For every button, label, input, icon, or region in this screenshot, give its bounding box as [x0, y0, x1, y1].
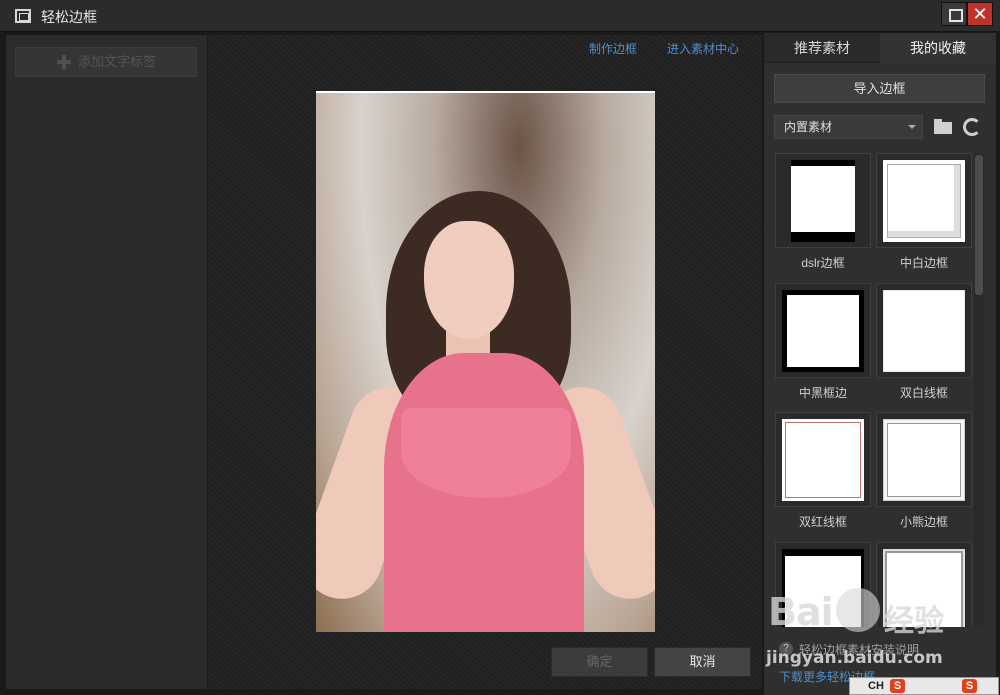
ok-button[interactable]: 确定 — [551, 647, 648, 677]
cancel-button[interactable]: 取消 — [654, 647, 751, 677]
border-caption: 双白线框 — [899, 386, 948, 400]
install-help[interactable]: ? 轻松边框素材安装说明 — [779, 641, 989, 657]
close-button[interactable]: ✕ — [967, 2, 993, 26]
tab-favorites[interactable]: 我的收藏 — [880, 33, 996, 63]
border-grid-scrollbar[interactable] — [974, 153, 984, 627]
window-title: 轻松边框 — [41, 9, 97, 25]
material-center-link[interactable]: 进入素材中心 — [667, 40, 739, 57]
border-caption: 双红线框 — [798, 515, 847, 529]
border-caption: 中黑框边 — [798, 386, 847, 400]
text-label-panel: 添加文字标签 — [6, 35, 207, 689]
close-icon: ✕ — [972, 4, 988, 24]
material-source-value: 内置素材 — [784, 120, 833, 134]
border-item[interactable]: dslr边框 — [775, 153, 871, 270]
border-item[interactable]: 双红线框 — [775, 412, 871, 529]
install-help-text[interactable]: 轻松边框素材安装说明 — [799, 641, 919, 658]
title-bar: 轻松边框 ✕ — [0, 0, 1000, 32]
preview-photo — [316, 91, 655, 632]
border-thumbnail[interactable] — [876, 412, 972, 507]
tab-recommended[interactable]: 推荐素材 — [764, 33, 880, 63]
border-thumbnail[interactable] — [876, 283, 972, 378]
border-thumbnail[interactable] — [876, 153, 972, 248]
border-caption: 中白边框 — [899, 256, 948, 270]
border-item[interactable]: 中白边框 — [876, 153, 972, 270]
material-source-select[interactable]: 内置素材 — [774, 115, 923, 139]
material-panel: 推荐素材 我的收藏 导入边框 内置素材 dslr边框 中白边框 中黑框边 双白线… — [764, 33, 996, 695]
add-text-label-button[interactable]: 添加文字标签 — [15, 47, 197, 77]
sogou-icon[interactable]: S — [962, 679, 977, 693]
plus-icon — [57, 55, 71, 69]
help-icon: ? — [779, 642, 793, 656]
border-thumbnail[interactable] — [775, 283, 871, 378]
border-caption: dslr边框 — [801, 256, 845, 270]
border-thumbnail[interactable] — [876, 542, 972, 627]
sogou-icon[interactable]: S — [890, 679, 905, 693]
refresh-icon[interactable] — [963, 118, 981, 136]
make-border-link[interactable]: 制作边框 — [589, 40, 637, 57]
border-thumbnail[interactable] — [775, 542, 871, 627]
border-grid: dslr边框 中白边框 中黑框边 双白线框 双红线框 小熊边框 — [764, 153, 974, 627]
border-thumbnail[interactable] — [775, 153, 871, 248]
chevron-down-icon[interactable] — [902, 116, 922, 138]
border-item[interactable] — [876, 542, 972, 627]
border-item[interactable]: 小熊边框 — [876, 412, 972, 529]
border-caption: 小熊边框 — [899, 515, 948, 529]
app-frame-icon — [15, 9, 31, 23]
border-thumbnail[interactable] — [775, 412, 871, 507]
ime-language[interactable]: CH — [868, 680, 884, 692]
ime-toolbar[interactable]: CH S S — [849, 677, 999, 695]
border-item[interactable]: 中黑框边 — [775, 283, 871, 400]
import-border-button[interactable]: 导入边框 — [774, 74, 985, 103]
border-item[interactable]: 双白线框 — [876, 283, 972, 400]
folder-icon[interactable] — [934, 119, 952, 134]
scroll-thumb[interactable] — [975, 155, 983, 295]
add-text-label-text: 添加文字标签 — [78, 54, 157, 69]
border-item[interactable] — [775, 542, 871, 627]
maximize-button[interactable] — [941, 2, 967, 26]
preview-panel: 制作边框 进入素材中心 确定 取消 — [208, 35, 762, 689]
